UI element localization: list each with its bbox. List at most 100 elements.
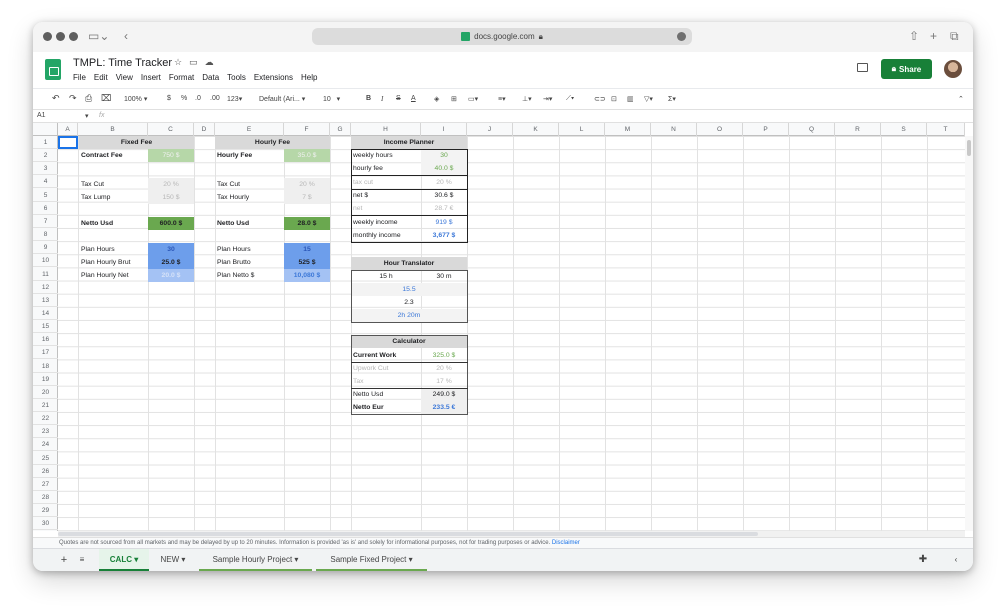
fixed-netto-value[interactable]: 600.0 $: [148, 217, 194, 230]
percent-format-button[interactable]: %: [181, 95, 187, 102]
column-header-q[interactable]: Q: [789, 123, 835, 136]
decrease-decimal-button[interactable]: .0: [195, 95, 201, 102]
hourly-fee-label[interactable]: Hourly Fee: [215, 149, 284, 162]
row-header-8[interactable]: 8: [33, 228, 58, 242]
filter-icon[interactable]: ▽▾: [644, 95, 653, 103]
row-header-18[interactable]: 18: [33, 360, 58, 373]
tab-sample-fixed-project[interactable]: Sample Fixed Project ▾: [316, 549, 427, 571]
tax-lump-value[interactable]: 150 $: [148, 191, 194, 204]
column-header-s[interactable]: S: [881, 123, 927, 136]
fixed-plan-hours-value[interactable]: 30: [148, 243, 194, 256]
number-format-select[interactable]: 123▾: [227, 95, 242, 103]
menu-view[interactable]: View: [116, 73, 133, 82]
merge-cells-icon[interactable]: ▭▾: [468, 95, 478, 103]
menu-data[interactable]: Data: [202, 73, 219, 82]
plan-hourly-net-value[interactable]: 20.0 $: [148, 269, 194, 282]
italic-icon[interactable]: I: [381, 95, 383, 103]
row-header-28[interactable]: 28: [33, 491, 58, 505]
row-header-16[interactable]: 16: [33, 333, 58, 347]
plan-netto-label[interactable]: Plan Netto $: [215, 269, 284, 282]
column-header-f[interactable]: F: [284, 123, 330, 136]
fixed-netto-label[interactable]: Netto Usd: [79, 217, 148, 230]
column-header-g[interactable]: G: [330, 123, 351, 136]
column-header-p[interactable]: P: [743, 123, 789, 136]
plan-hourly-brut-value[interactable]: 25.0 $: [148, 256, 194, 269]
plan-brutto-label[interactable]: Plan Brutto: [215, 256, 284, 269]
hourly-netto-label[interactable]: Netto Usd: [215, 217, 284, 230]
plan-brutto-value[interactable]: 525 $: [284, 256, 330, 269]
explore-icon[interactable]: ✚: [916, 549, 930, 571]
row-header-25[interactable]: 25: [33, 452, 58, 465]
sidebar-toggle-icon[interactable]: ▭⌄: [88, 29, 109, 43]
row-header-20[interactable]: 20: [33, 386, 58, 399]
row-header-22[interactable]: 22: [33, 412, 58, 426]
column-header-m[interactable]: M: [605, 123, 651, 136]
comment-history-icon[interactable]: [857, 63, 868, 72]
vertical-scroll-thumb[interactable]: [967, 140, 971, 156]
star-icon[interactable]: ☆: [174, 57, 182, 68]
menu-help[interactable]: Help: [301, 73, 317, 82]
text-color-icon[interactable]: A: [411, 95, 416, 102]
row-header-27[interactable]: 27: [33, 478, 58, 491]
menu-file[interactable]: File: [73, 73, 86, 82]
collapse-sidebar-icon[interactable]: ‹: [949, 549, 963, 571]
row-header-19[interactable]: 19: [33, 373, 58, 386]
row-header-5[interactable]: 5: [33, 189, 58, 202]
hourly-fee-title[interactable]: Hourly Fee: [215, 136, 330, 149]
increase-decimal-button[interactable]: .00: [210, 95, 220, 102]
contract-fee-label[interactable]: Contract Fee: [79, 149, 148, 162]
back-icon[interactable]: ‹: [124, 29, 128, 43]
sheets-logo-icon[interactable]: [45, 59, 61, 80]
menu-format[interactable]: Format: [169, 73, 194, 82]
menu-insert[interactable]: Insert: [141, 73, 161, 82]
paint-format-icon[interactable]: ⌧: [101, 93, 111, 104]
menu-extensions[interactable]: Extensions: [254, 73, 293, 82]
hour-translator-title[interactable]: Hour Translator: [351, 257, 467, 270]
name-box[interactable]: A1: [37, 112, 46, 119]
row-header-23[interactable]: 23: [33, 425, 58, 439]
avatar[interactable]: [944, 60, 962, 78]
menu-edit[interactable]: Edit: [94, 73, 108, 82]
column-header-n[interactable]: N: [651, 123, 697, 136]
hourly-plan-hours-value[interactable]: 15: [284, 243, 330, 256]
align-vertical-icon[interactable]: ⊥▾: [522, 95, 532, 103]
column-header-r[interactable]: R: [835, 123, 881, 136]
tab-new[interactable]: NEW ▾: [151, 549, 195, 571]
row-header-24[interactable]: 24: [33, 438, 58, 452]
vertical-scrollbar[interactable]: [965, 136, 973, 531]
currency-format-button[interactable]: $: [167, 95, 171, 102]
column-header-j[interactable]: J: [467, 123, 513, 136]
income-planner-title[interactable]: Income Planner: [351, 136, 467, 149]
column-header-c[interactable]: C: [148, 123, 194, 136]
hourly-netto-value[interactable]: 28.0 $: [284, 217, 330, 230]
column-header-i[interactable]: I: [421, 123, 467, 136]
bold-icon[interactable]: B: [366, 95, 371, 102]
column-header-k[interactable]: K: [513, 123, 559, 136]
hourly-tax-cut-value[interactable]: 20 %: [284, 178, 330, 191]
row-header-17[interactable]: 17: [33, 346, 58, 360]
contract-fee-value[interactable]: 750 $: [148, 149, 194, 162]
column-header-t[interactable]: T: [927, 123, 965, 136]
horizontal-scroll-thumb[interactable]: [58, 532, 758, 536]
fixed-plan-hours-label[interactable]: Plan Hours: [79, 243, 148, 256]
fixed-tax-cut-label[interactable]: Tax Cut: [79, 178, 148, 191]
column-header-d[interactable]: D: [194, 123, 215, 136]
plan-hourly-net-label[interactable]: Plan Hourly Net: [79, 269, 148, 282]
row-header-13[interactable]: 13: [33, 294, 58, 307]
row-header-15[interactable]: 15: [33, 320, 58, 334]
column-header-o[interactable]: O: [697, 123, 743, 136]
row-header-29[interactable]: 29: [33, 504, 58, 518]
font-size-select[interactable]: 10 ▾: [323, 95, 340, 103]
window-controls[interactable]: [43, 32, 78, 41]
column-header-e[interactable]: E: [215, 123, 284, 136]
row-header-26[interactable]: 26: [33, 465, 58, 478]
row-header-14[interactable]: 14: [33, 307, 58, 320]
hourly-plan-hours-label[interactable]: Plan Hours: [215, 243, 284, 256]
strikethrough-icon[interactable]: S: [396, 95, 401, 102]
font-select[interactable]: Default (Ari... ▾: [259, 95, 305, 103]
add-sheet-icon[interactable]: +: [57, 549, 71, 571]
hourly-fee-value[interactable]: 35.0 $: [284, 149, 330, 162]
row-header-30[interactable]: 30: [33, 517, 58, 531]
fixed-fee-title[interactable]: Fixed Fee: [79, 136, 194, 149]
insert-link-icon[interactable]: ⊂⊃: [594, 95, 606, 103]
